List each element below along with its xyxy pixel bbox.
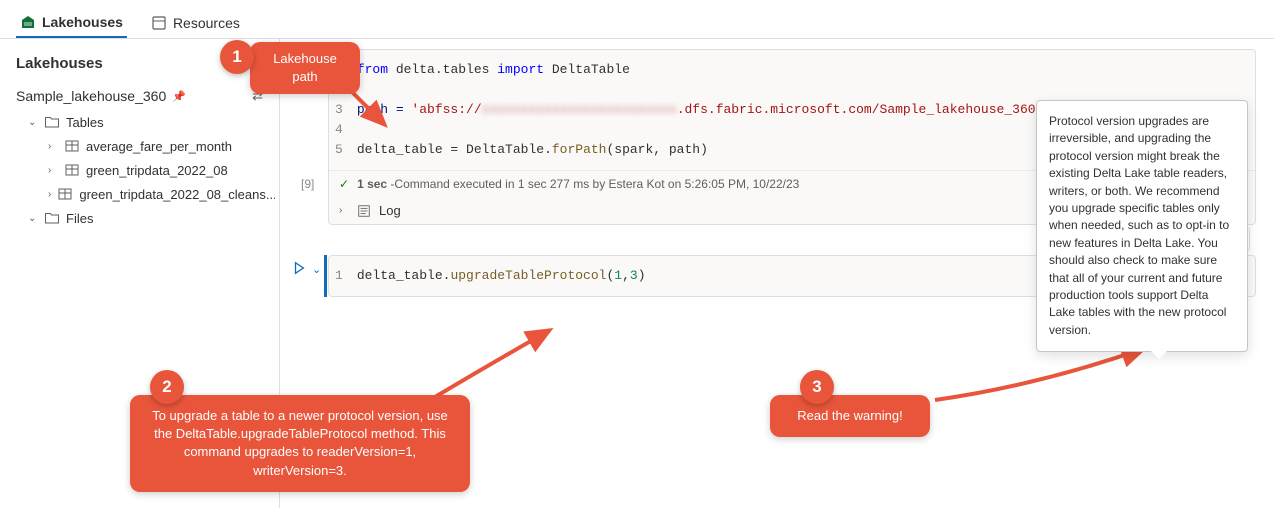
lakehouse-name-text: Sample_lakehouse_360 bbox=[16, 88, 166, 104]
tab-resources[interactable]: Resources bbox=[147, 9, 244, 37]
annotation-3: Read the warning! bbox=[770, 395, 930, 437]
active-cell-indicator bbox=[324, 255, 327, 297]
pin-icon[interactable]: 📌 bbox=[172, 90, 186, 103]
chevron-right-icon: › bbox=[48, 189, 51, 200]
chevron-down-icon: ⌄ bbox=[28, 213, 38, 224]
chevron-right-icon: › bbox=[339, 205, 349, 216]
exec-count: [9] bbox=[301, 177, 314, 191]
line-gutter: 1 bbox=[335, 266, 357, 286]
annotation-1: Lakehouse path bbox=[250, 42, 360, 94]
annotation-badge-3: 3 bbox=[800, 370, 834, 404]
tree-label: Tables bbox=[66, 115, 104, 130]
cell-run-toolbar: ⌄ bbox=[292, 261, 321, 278]
warning-tooltip: Protocol version upgrades are irreversib… bbox=[1036, 100, 1248, 352]
tree: ⌄ Tables › average_fare_per_month › gree… bbox=[4, 110, 275, 230]
chevron-down-icon[interactable]: ⌄ bbox=[312, 263, 321, 276]
tree-tables[interactable]: ⌄ Tables bbox=[12, 110, 275, 134]
chevron-down-icon: ⌄ bbox=[28, 117, 38, 128]
tree-item-label: green_tripdata_2022_08 bbox=[86, 163, 228, 178]
folder-icon bbox=[44, 114, 60, 130]
annotation-badge-1: 1 bbox=[220, 40, 254, 74]
tree-table-item[interactable]: › green_tripdata_2022_08 bbox=[12, 158, 275, 182]
top-tabs: Lakehouses Resources bbox=[0, 0, 1274, 39]
resources-icon bbox=[151, 15, 167, 31]
tab-lakehouses[interactable]: Lakehouses bbox=[16, 8, 127, 38]
table-icon bbox=[57, 186, 73, 202]
annotation-2: To upgrade a table to a newer protocol v… bbox=[130, 395, 470, 492]
table-icon bbox=[64, 138, 80, 154]
chevron-right-icon: › bbox=[48, 165, 58, 176]
run-cell-button[interactable] bbox=[292, 261, 306, 278]
tree-files[interactable]: ⌄ Files bbox=[12, 206, 275, 230]
lakehouse-icon bbox=[20, 14, 36, 30]
log-icon bbox=[357, 204, 371, 218]
tree-item-label: average_fare_per_month bbox=[86, 139, 232, 154]
table-icon bbox=[64, 162, 80, 178]
tab-label: Lakehouses bbox=[42, 14, 123, 30]
chevron-right-icon: › bbox=[48, 141, 58, 152]
tree-label: Files bbox=[66, 211, 93, 226]
tree-table-item[interactable]: › average_fare_per_month bbox=[12, 134, 275, 158]
folder-icon bbox=[44, 210, 60, 226]
tree-item-label: green_tripdata_2022_08_cleans... bbox=[79, 187, 275, 202]
tooltip-text: Protocol version upgrades are irreversib… bbox=[1049, 114, 1229, 337]
tab-label: Resources bbox=[173, 15, 240, 31]
log-label: Log bbox=[379, 203, 401, 218]
annotation-badge-2: 2 bbox=[150, 370, 184, 404]
check-icon: ✓ bbox=[339, 177, 349, 191]
lakehouse-selector[interactable]: Sample_lakehouse_360 📌 ⇄ bbox=[4, 82, 275, 110]
tree-table-item[interactable]: › green_tripdata_2022_08_cleans... bbox=[12, 182, 275, 206]
